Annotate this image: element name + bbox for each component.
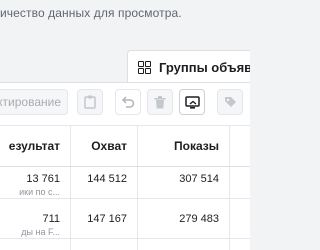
delete-button[interactable] <box>147 89 173 115</box>
ads-manager-view: ичество данных для просмотра. Группы объ… <box>0 0 250 250</box>
table-row[interactable]: 711 ды на F... 147 167 279 483 <box>0 207 250 239</box>
content-panel: ктирование езультат Охват Показы 13 761 … <box>0 82 250 250</box>
cell-result-subtitle[interactable]: ики по с... <box>0 187 70 197</box>
tab-ad-sets-label: Группы объяв <box>159 59 250 75</box>
cell-result: 711 <box>42 213 60 225</box>
clipboard-icon <box>84 95 96 109</box>
data-notice: ичество данных для просмотра. <box>0 6 182 20</box>
table-header: езультат Охват Показы <box>0 125 250 167</box>
trash-icon <box>154 95 166 109</box>
cell-impressions: 279 483 <box>179 213 219 225</box>
column-header-impressions[interactable]: Показы <box>137 126 229 166</box>
tab-ad-sets[interactable]: Группы объяв <box>127 50 250 83</box>
column-divider <box>229 125 230 250</box>
preview-button[interactable] <box>179 89 205 115</box>
cell-result: 13 761 <box>26 173 60 185</box>
toolbar: ктирование <box>0 89 250 115</box>
column-header-result[interactable]: езультат <box>0 126 70 166</box>
clipboard-button[interactable] <box>77 89 103 115</box>
cell-reach: 144 512 <box>87 173 127 185</box>
undo-icon <box>121 96 135 108</box>
grid-squares-icon <box>138 60 151 74</box>
cell-impressions: 307 514 <box>179 173 219 185</box>
tag-button[interactable] <box>217 89 243 115</box>
edit-button[interactable]: ктирование <box>0 89 68 115</box>
table-row[interactable]: 13 761 ики по с... 144 512 307 514 <box>0 167 250 199</box>
cell-result-subtitle[interactable]: ды на F... <box>0 227 70 237</box>
column-divider <box>70 125 71 250</box>
cell-reach: 147 167 <box>87 213 127 225</box>
column-divider <box>137 125 138 250</box>
column-header-reach[interactable]: Охват <box>70 126 137 166</box>
undo-button[interactable] <box>115 89 141 115</box>
tag-icon <box>224 96 237 109</box>
preview-icon <box>184 95 200 109</box>
